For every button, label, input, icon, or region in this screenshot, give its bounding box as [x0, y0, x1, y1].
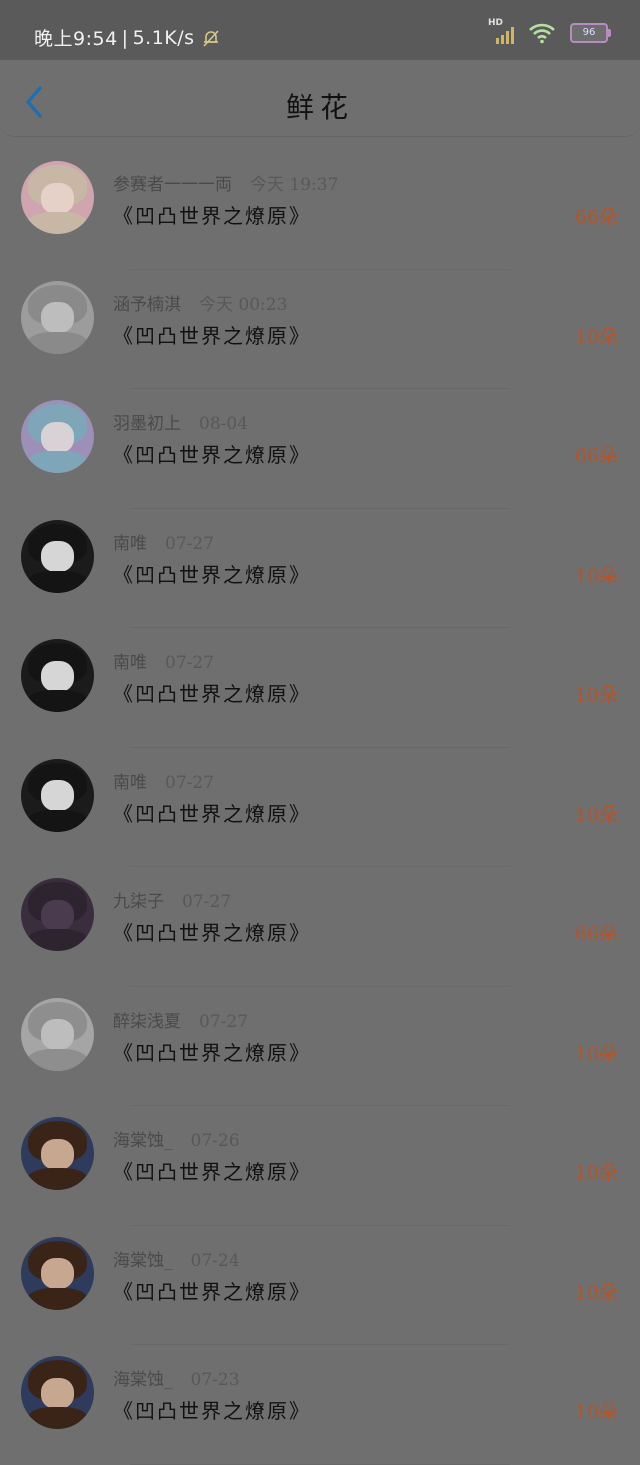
list-item[interactable]: 海棠蚀_ 07-26 《凹凸世界之燎原》 10朵 [0, 1106, 640, 1226]
flower-count: 66朵 [574, 445, 618, 467]
battery-level: 96 [582, 27, 596, 38]
flower-count: 10朵 [574, 1281, 618, 1304]
item-date: 07-27 [165, 772, 215, 793]
avatar[interactable] [21, 161, 94, 234]
user-name: 醉柒浅夏 [113, 1011, 181, 1032]
list-item[interactable]: 涵予楠淇 今天 00:23 《凹凸世界之燎原》 10朵 [0, 270, 640, 389]
user-name: 海棠蚀_ [113, 1370, 173, 1390]
item-date: 07-27 [165, 653, 215, 673]
avatar[interactable] [21, 1356, 94, 1429]
battery-icon: 96 [570, 23, 611, 43]
header-bar: 鲜花 [0, 60, 640, 137]
work-title: 《凹凸世界之燎原》 [113, 801, 311, 826]
item-meta: 海棠蚀_ 07-26 [113, 1126, 240, 1151]
status-icons: HD 96 [488, 18, 611, 44]
network-speed-text: 5.1K/s [132, 26, 195, 49]
item-date: 07-23 [190, 1370, 240, 1390]
list-item[interactable]: 醉柒浅夏 07-27 《凹凸世界之燎原》 10朵 [0, 987, 640, 1106]
item-date: 07-27 [165, 533, 215, 554]
item-meta: 醉柒浅夏 07-27 [113, 1007, 248, 1032]
item-date: 今天 19:37 [250, 175, 339, 195]
status-bar: 晚上9:54 | 5.1K/s HD 96 [0, 0, 640, 60]
list-item[interactable]: 参赛者一一一両 今天 19:37 《凹凸世界之燎原》 66朵 [0, 150, 640, 270]
flower-count: 10朵 [574, 1162, 618, 1184]
avatar[interactable] [21, 997, 94, 1071]
avatar[interactable] [21, 1236, 94, 1310]
flower-count: 10朵 [574, 1042, 618, 1065]
flower-count: 10朵 [574, 325, 618, 348]
clock-text: 晚上9:54 [34, 28, 118, 50]
item-meta: 涵予楠淇 今天 00:23 [113, 290, 287, 315]
avatar[interactable] [21, 1117, 94, 1190]
work-title: 《凹凸世界之燎原》 [113, 204, 311, 228]
user-name: 南唯 [113, 772, 147, 793]
divider [130, 1463, 510, 1465]
item-meta: 南唯 07-27 [113, 648, 214, 673]
work-title: 《凹凸世界之燎原》 [113, 921, 311, 945]
user-name: 海棠蚀_ [113, 1131, 173, 1151]
item-date: 07-24 [190, 1250, 240, 1271]
work-title: 《凹凸世界之燎原》 [113, 682, 311, 706]
page-title: 鲜花 [285, 91, 354, 124]
avatar[interactable] [21, 878, 94, 951]
bell-mute-icon [201, 28, 221, 48]
item-meta: 海棠蚀_ 07-24 [113, 1246, 240, 1271]
item-date: 今天 00:23 [199, 294, 288, 315]
flower-count: 10朵 [574, 684, 618, 706]
list-item[interactable]: 南唯 07-27 《凹凸世界之燎原》 10朵 [0, 509, 640, 628]
list-item[interactable]: 海棠蚀_ 07-23 《凹凸世界之燎原》 10朵 [0, 1345, 640, 1465]
flower-list: 参赛者一一一両 今天 19:37 《凹凸世界之燎原》 66朵 涵予楠淇 今天 00:… [0, 150, 640, 1465]
avatar[interactable] [21, 758, 94, 832]
work-title: 《凹凸世界之燎原》 [113, 1399, 311, 1423]
cell-signal-icon: HD [488, 18, 514, 44]
list-item[interactable]: 羽墨初上 08-04 《凹凸世界之燎原》 66朵 [0, 389, 640, 509]
item-meta: 南唯 07-27 [113, 768, 214, 793]
item-date: 08-04 [199, 414, 249, 434]
item-meta: 九柒子 07-27 [113, 887, 231, 912]
item-meta: 羽墨初上 08-04 [113, 409, 248, 434]
avatar[interactable] [21, 280, 94, 354]
status-left: 晚上9:54 | 5.1K/s [34, 24, 221, 51]
flower-count: 66朵 [574, 206, 618, 228]
flower-count: 66朵 [574, 923, 618, 945]
list-item[interactable]: 南唯 07-27 《凹凸世界之燎原》 10朵 [0, 628, 640, 748]
work-title: 《凹凸世界之燎原》 [113, 323, 311, 348]
list-item[interactable]: 海棠蚀_ 07-24 《凹凸世界之燎原》 10朵 [0, 1226, 640, 1345]
user-name: 海棠蚀_ [113, 1250, 173, 1271]
user-name: 涵予楠淇 [113, 294, 181, 315]
work-title: 《凹凸世界之燎原》 [113, 443, 311, 467]
user-name: 南唯 [113, 533, 147, 554]
separator: | [121, 26, 129, 49]
user-name: 九柒子 [113, 892, 164, 912]
item-date: 07-27 [199, 1011, 249, 1032]
work-title: 《凹凸世界之燎原》 [113, 1040, 311, 1065]
item-meta: 海棠蚀_ 07-23 [113, 1365, 240, 1390]
hd-badge: HD [488, 18, 504, 28]
list-item[interactable]: 南唯 07-27 《凹凸世界之燎原》 10朵 [0, 748, 640, 867]
item-date: 07-27 [182, 892, 232, 912]
flower-count: 10朵 [574, 1401, 618, 1423]
item-meta: 参赛者一一一両 今天 19:37 [113, 170, 338, 195]
avatar[interactable] [21, 639, 94, 712]
flower-count: 10朵 [574, 564, 618, 587]
work-title: 《凹凸世界之燎原》 [113, 1279, 311, 1304]
work-title: 《凹凸世界之燎原》 [113, 1160, 311, 1184]
user-name: 羽墨初上 [113, 414, 181, 434]
flower-count: 10朵 [574, 803, 618, 826]
user-name: 参赛者一一一両 [113, 175, 232, 195]
avatar[interactable] [21, 400, 94, 473]
wifi-icon [529, 23, 555, 44]
list-item[interactable]: 九柒子 07-27 《凹凸世界之燎原》 66朵 [0, 867, 640, 987]
work-title: 《凹凸世界之燎原》 [113, 562, 311, 587]
item-meta: 南唯 07-27 [113, 529, 214, 554]
item-date: 07-26 [190, 1131, 240, 1151]
avatar[interactable] [21, 519, 94, 593]
user-name: 南唯 [113, 653, 147, 673]
